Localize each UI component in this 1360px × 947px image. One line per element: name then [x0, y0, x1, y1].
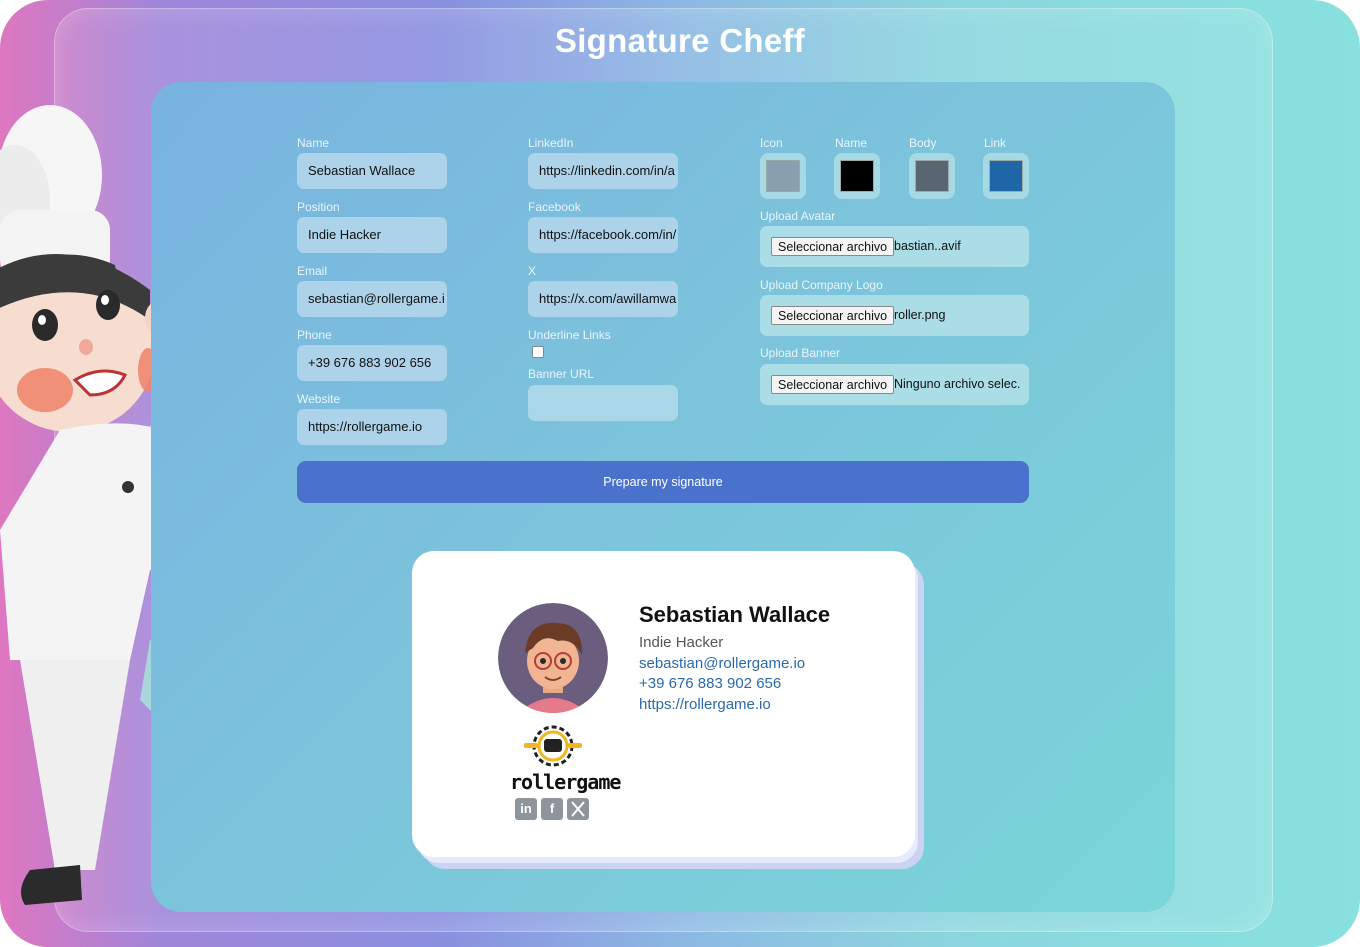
x-label: X — [528, 264, 537, 278]
name-input[interactable]: Sebastian Wallace — [297, 153, 447, 189]
upload-avatar-filename: bastian..avif — [894, 239, 961, 253]
upload-avatar-button[interactable]: Seleccionar archivo — [771, 237, 895, 256]
website-input[interactable]: https://rollergame.io — [297, 409, 447, 445]
banner-url-input[interactable] — [528, 385, 678, 421]
icon-color-label: Icon — [760, 136, 783, 150]
position-label: Position — [297, 200, 340, 214]
signature-preview-card: rollergame in f Sebastian Wallace Indie … — [412, 551, 915, 857]
signature-name: Sebastian Wallace — [639, 602, 831, 627]
name-color-picker[interactable] — [834, 153, 880, 199]
prepare-signature-button[interactable]: Prepare my signature — [297, 461, 1029, 503]
website-label: Website — [297, 392, 341, 406]
upload-avatar-label: Upload Avatar — [760, 209, 836, 223]
upload-banner-label: Upload Banner — [760, 346, 841, 360]
link-color-swatch — [989, 160, 1023, 192]
company-logo-text: rollergame — [510, 770, 621, 794]
upload-avatar-field: Seleccionar archivo bastian..avif — [760, 226, 1029, 267]
upload-logo-field: Seleccionar archivo roller.png — [760, 295, 1029, 336]
link-color-picker[interactable] — [983, 153, 1029, 199]
email-label: Email — [297, 264, 328, 278]
upload-logo-button[interactable]: Seleccionar archivo — [771, 306, 895, 325]
app-title: Signature Cheff — [554, 22, 806, 59]
underline-links-label: Underline Links — [528, 328, 611, 342]
linkedin-label: LinkedIn — [528, 136, 574, 150]
signature-phone-link[interactable]: +39 676 883 902 656 — [639, 675, 781, 692]
icon-color-swatch — [766, 160, 800, 192]
name-color-label: Name — [835, 136, 868, 150]
body-color-picker[interactable] — [909, 153, 955, 199]
phone-input[interactable]: +39 676 883 902 656 — [297, 345, 447, 381]
upload-banner-button[interactable]: Seleccionar archivo — [771, 375, 895, 394]
upload-logo-label: Upload Company Logo — [760, 278, 883, 292]
link-color-label: Link — [984, 136, 1007, 150]
facebook-input[interactable]: https://facebook.com/in/ — [528, 217, 678, 253]
facebook-icon[interactable]: f — [541, 798, 563, 820]
email-input[interactable]: sebastian@rollergame.i — [297, 281, 447, 317]
position-input[interactable]: Indie Hacker — [297, 217, 447, 253]
upload-banner-filename: Ninguno archivo selec. — [894, 377, 1021, 391]
upload-logo-filename: roller.png — [894, 308, 946, 322]
signature-email-link[interactable]: sebastian@rollergame.io — [639, 655, 805, 672]
signature-position: Indie Hacker — [639, 634, 724, 651]
body-color-swatch — [915, 160, 949, 192]
icon-color-picker[interactable] — [760, 153, 806, 199]
linkedin-icon[interactable]: in — [515, 798, 537, 820]
banner-url-label: Banner URL — [528, 367, 595, 381]
underline-links-checkbox[interactable] — [532, 346, 544, 358]
linkedin-input[interactable]: https://linkedin.com/in/a — [528, 153, 678, 189]
facebook-label: Facebook — [528, 200, 581, 214]
phone-label: Phone — [297, 328, 332, 342]
signature-website-link[interactable]: https://rollergame.io — [639, 696, 771, 713]
upload-banner-field: Seleccionar archivo Ninguno archivo sele… — [760, 364, 1029, 405]
body-color-label: Body — [909, 136, 937, 150]
name-color-swatch — [840, 160, 874, 192]
name-label: Name — [297, 136, 330, 150]
avatar — [498, 603, 608, 713]
x-input[interactable]: https://x.com/awillamwa — [528, 281, 678, 317]
x-icon[interactable] — [567, 798, 589, 820]
